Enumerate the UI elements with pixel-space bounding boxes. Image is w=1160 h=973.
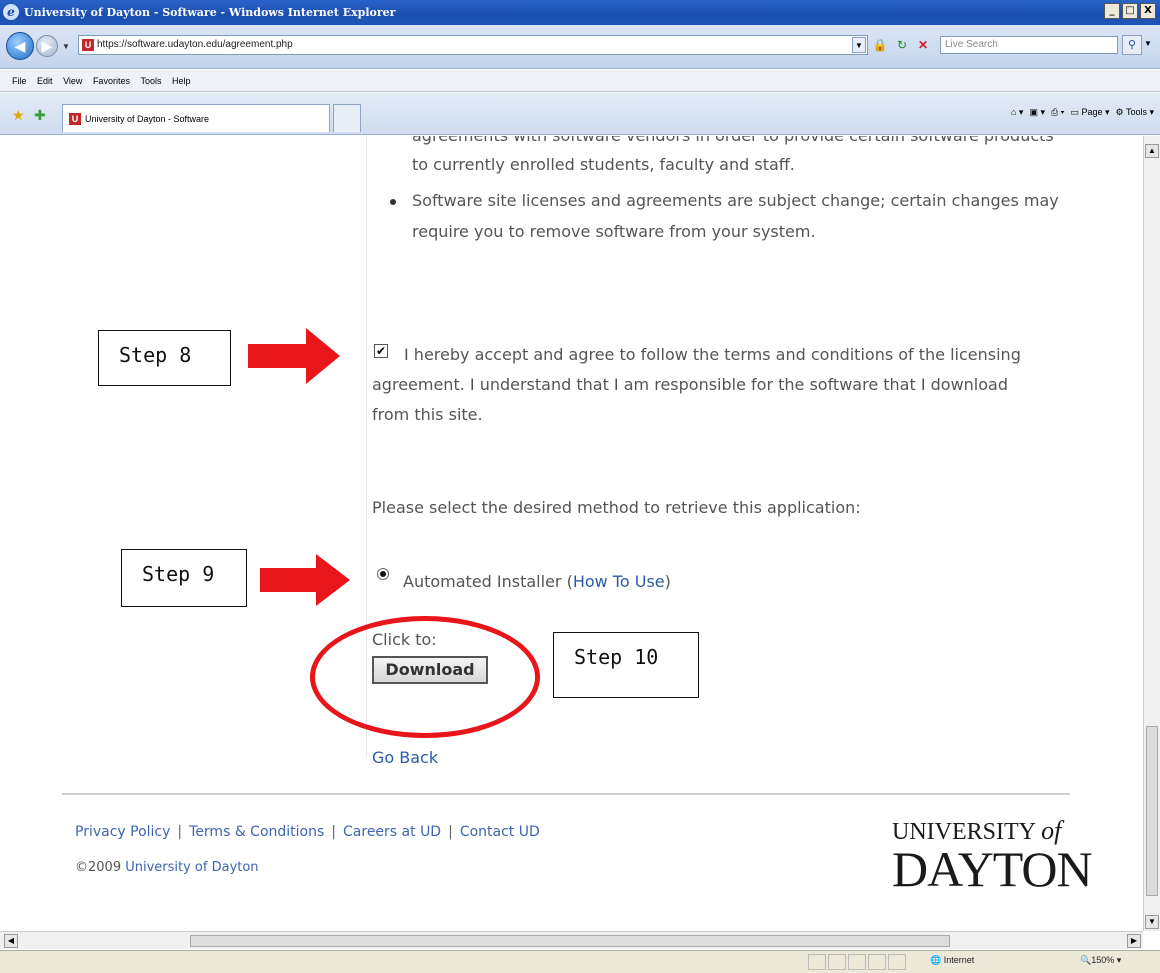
footer-separator: | bbox=[177, 824, 183, 840]
search-icon[interactable]: ⚲ bbox=[1122, 35, 1142, 55]
horizontal-scroll-thumb[interactable] bbox=[190, 935, 950, 947]
window-title: University of Dayton - Software - Window… bbox=[24, 6, 396, 19]
tab-bar: ★ ✚ U University of Dayton - Software ⌂ … bbox=[0, 93, 1160, 135]
method-prompt: Please select the desired method to retr… bbox=[372, 498, 861, 517]
zone-label: Internet bbox=[943, 955, 975, 965]
tab-favicon-icon: U bbox=[69, 113, 81, 125]
horizontal-scrollbar[interactable]: ◀ ▶ bbox=[0, 931, 1143, 949]
highlight-ellipse bbox=[310, 616, 540, 738]
logo-dayton: DAYTON bbox=[892, 841, 1093, 897]
home-icon[interactable]: ⌂ ▾ bbox=[1011, 107, 1023, 118]
scroll-up-icon[interactable]: ▲ bbox=[1145, 144, 1159, 158]
bullet2-line1: Software site licenses and agreements ar… bbox=[412, 191, 1059, 210]
window-titlebar: e University of Dayton - Software - Wind… bbox=[0, 0, 1160, 25]
back-button[interactable]: ◀ bbox=[6, 32, 34, 60]
bullet-text-continuation: to currently enrolled students, faculty … bbox=[412, 155, 795, 174]
step8-arrow-icon bbox=[248, 328, 340, 384]
contact-link[interactable]: Contact UD bbox=[460, 824, 540, 840]
minimize-button[interactable]: _ bbox=[1104, 3, 1120, 19]
status-pane bbox=[888, 954, 906, 970]
status-bar: 🌐 Internet 🔍150% ▾ bbox=[0, 950, 1160, 973]
site-favicon-icon: U bbox=[82, 39, 94, 51]
lock-icon[interactable]: 🔒 bbox=[872, 36, 888, 54]
zoom-level: 150% bbox=[1091, 955, 1115, 965]
address-input[interactable]: U https://software.udayton.edu/agreement… bbox=[78, 35, 868, 55]
refresh-icon[interactable]: ↻ bbox=[894, 36, 910, 54]
add-favorite-icon[interactable]: ✚ bbox=[34, 107, 46, 124]
footer-separator: | bbox=[448, 824, 453, 840]
new-tab-button[interactable] bbox=[333, 104, 361, 132]
copyright-link[interactable]: University of Dayton bbox=[125, 860, 258, 875]
ie-logo-icon: e bbox=[3, 4, 19, 20]
favorites-star-icon[interactable]: ★ bbox=[12, 107, 25, 124]
address-toolbar: ◀ ▶ ▼ U https://software.udayton.edu/agr… bbox=[0, 25, 1160, 69]
menu-help[interactable]: Help bbox=[172, 70, 191, 92]
feeds-icon[interactable]: ▣ ▾ bbox=[1029, 107, 1045, 118]
how-to-use-link[interactable]: How To Use bbox=[573, 572, 665, 591]
footer-separator: | bbox=[331, 824, 337, 840]
bullet-dot bbox=[390, 199, 396, 205]
tools-menu-label: Tools bbox=[1125, 107, 1147, 117]
vertical-scrollbar[interactable]: ▲ ▼ bbox=[1143, 136, 1160, 931]
zoom-icon: 🔍 bbox=[1080, 955, 1092, 965]
status-pane bbox=[828, 954, 846, 970]
footer-links: Privacy Policy | Terms & Conditions | Career… bbox=[75, 824, 540, 840]
page-menu-label: Page bbox=[1081, 107, 1103, 117]
status-pane bbox=[808, 954, 826, 970]
page-menu-button[interactable]: ▭ Page ▾ bbox=[1070, 107, 1109, 118]
careers-link[interactable]: Careers at UD bbox=[343, 824, 441, 840]
globe-icon: 🌐 bbox=[930, 955, 942, 965]
vertical-scroll-thumb[interactable] bbox=[1146, 726, 1158, 896]
menu-edit[interactable]: Edit bbox=[37, 70, 53, 92]
tab-title: University of Dayton - Software bbox=[85, 114, 210, 124]
menu-file[interactable]: File bbox=[12, 70, 27, 92]
automated-installer-label: Automated Installer (How To Use) bbox=[403, 572, 671, 591]
status-pane bbox=[868, 954, 886, 970]
university-logo[interactable]: UNIVERSITY of DAYTON bbox=[892, 816, 1093, 897]
installer-text: Automated Installer ( bbox=[403, 572, 573, 591]
security-zone[interactable]: 🌐 Internet bbox=[930, 955, 974, 966]
bullet-text-cut: agreements with software vendors in orde… bbox=[412, 136, 1054, 145]
address-url: https://software.udayton.edu/agreement.p… bbox=[97, 39, 293, 50]
status-pane bbox=[848, 954, 866, 970]
tab-current[interactable]: U University of Dayton - Software bbox=[62, 104, 330, 132]
automated-installer-radio[interactable] bbox=[377, 568, 389, 580]
history-dropdown-icon[interactable]: ▼ bbox=[62, 42, 70, 51]
step8-label: Step 8 bbox=[98, 330, 231, 386]
maximize-button[interactable]: □ bbox=[1122, 3, 1138, 19]
close-button[interactable]: X bbox=[1140, 3, 1156, 19]
search-input[interactable]: Live Search bbox=[940, 36, 1118, 54]
copyright-prefix: ©2009 bbox=[75, 860, 126, 875]
terms-conditions-link[interactable]: Terms & Conditions bbox=[189, 824, 324, 840]
menu-favorites[interactable]: Favorites bbox=[93, 70, 130, 92]
bullet2-line2: require you to remove software from your… bbox=[412, 222, 816, 241]
installer-close-paren: ) bbox=[664, 572, 671, 591]
page-content: agreements with software vendors in orde… bbox=[0, 136, 1143, 931]
command-bar: ⌂ ▾ ▣ ▾ ⎙ ▾ ▭ Page ▾ ⚙ Tools ▾ bbox=[1011, 107, 1154, 118]
forward-button[interactable]: ▶ bbox=[36, 35, 58, 57]
copyright: ©2009 University of Dayton bbox=[75, 860, 259, 875]
zoom-control[interactable]: 🔍150% ▾ bbox=[1080, 955, 1121, 966]
step10-label: Step 10 bbox=[553, 632, 699, 698]
step9-arrow-icon bbox=[260, 554, 350, 606]
tools-menu-button[interactable]: ⚙ Tools ▾ bbox=[1116, 107, 1154, 118]
status-panes bbox=[808, 954, 906, 970]
menu-view[interactable]: View bbox=[63, 70, 82, 92]
go-back-link[interactable]: Go Back bbox=[372, 748, 438, 767]
menu-bar: File Edit View Favorites Tools Help bbox=[0, 70, 1160, 92]
print-icon[interactable]: ⎙ ▾ bbox=[1051, 107, 1064, 118]
menu-tools[interactable]: Tools bbox=[140, 70, 161, 92]
accept-terms-text: I hereby accept and agree to follow the … bbox=[372, 345, 1021, 424]
privacy-policy-link[interactable]: Privacy Policy bbox=[75, 824, 170, 840]
scroll-left-icon[interactable]: ◀ bbox=[4, 934, 18, 948]
scroll-right-icon[interactable]: ▶ bbox=[1127, 934, 1141, 948]
step9-label: Step 9 bbox=[121, 549, 247, 607]
address-dropdown-button[interactable]: ▼ bbox=[852, 37, 866, 53]
search-dropdown-icon[interactable]: ▼ bbox=[1144, 39, 1152, 48]
window-controls: _ □ X bbox=[1104, 3, 1156, 19]
scroll-down-icon[interactable]: ▼ bbox=[1145, 915, 1159, 929]
stop-icon[interactable]: ✕ bbox=[915, 36, 931, 54]
footer-divider bbox=[62, 793, 1070, 795]
